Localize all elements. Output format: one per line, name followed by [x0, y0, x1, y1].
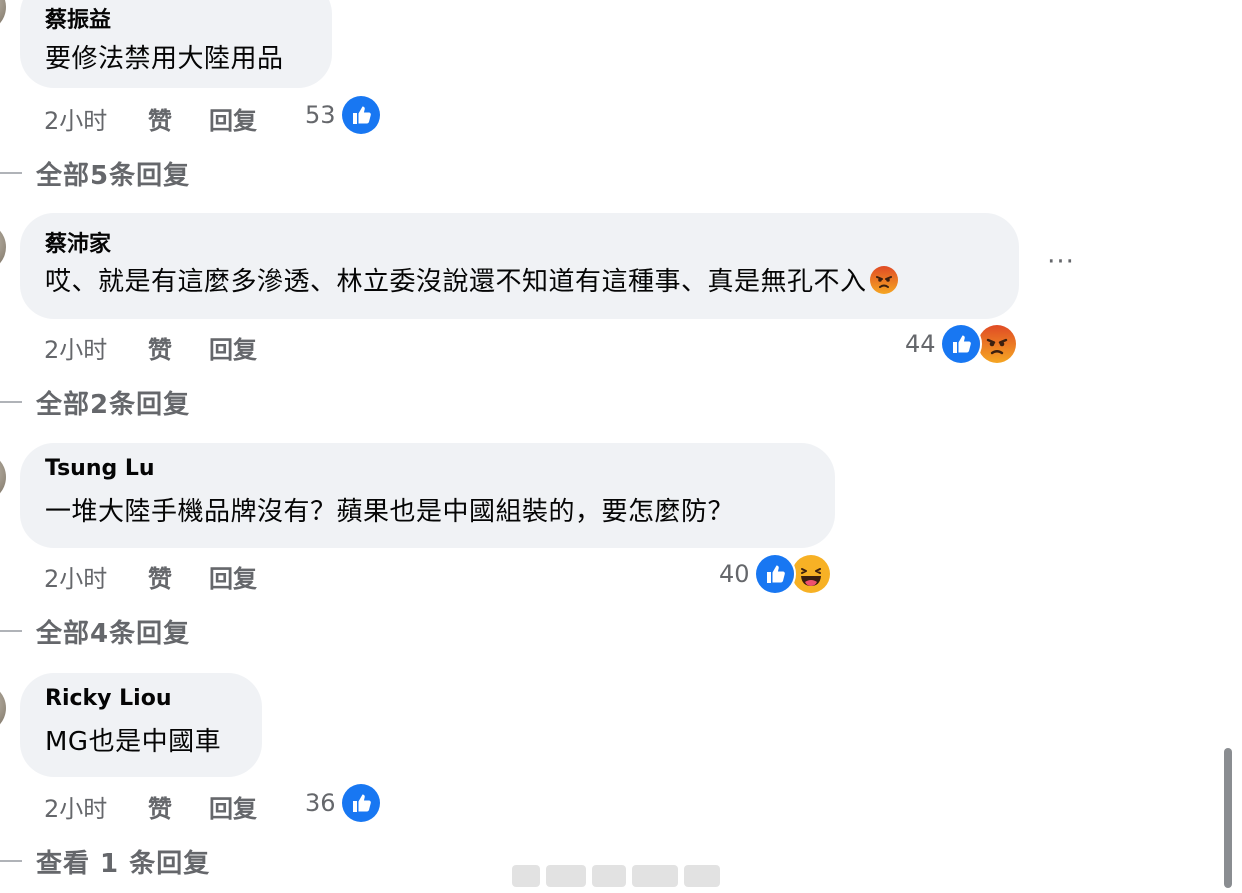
- view-replies-label: 全部5条回复: [36, 160, 191, 191]
- reply-button[interactable]: 回复: [209, 101, 257, 136]
- reply-button[interactable]: 回复: [209, 789, 257, 824]
- reaction-count: 36: [305, 789, 336, 817]
- reply-button[interactable]: 回复: [209, 559, 257, 594]
- comment-text: 一堆大陸手機品牌沒有？蘋果也是中國組裝的，要怎麼防？: [45, 497, 735, 527]
- comment-time[interactable]: 2小时: [44, 330, 107, 365]
- comment-time[interactable]: 2小时: [44, 789, 107, 824]
- like-button[interactable]: 赞: [148, 330, 172, 365]
- watermark: [512, 862, 726, 890]
- thread-line: [0, 172, 22, 174]
- view-replies-link[interactable]: 全部5条回复: [0, 157, 191, 191]
- reaction-count: 44: [905, 330, 936, 358]
- comment-bubble: Tsung Lu 一堆大陸手機品牌沒有？蘋果也是中國組裝的，要怎麼防？: [20, 443, 835, 548]
- like-reaction-icon: [753, 553, 796, 595]
- reaction-count: 53: [305, 101, 336, 129]
- view-replies-link[interactable]: 全部2条回复: [0, 386, 191, 420]
- like-button[interactable]: 赞: [148, 101, 172, 136]
- comment-author[interactable]: Ricky Liou: [45, 686, 172, 711]
- reaction-summary[interactable]: 36: [305, 782, 382, 824]
- comment-bubble: Ricky Liou MG也是中國車: [20, 673, 262, 777]
- view-replies-label: 全部2条回复: [36, 389, 191, 420]
- avatar[interactable]: [0, 452, 6, 502]
- avatar[interactable]: [0, 683, 6, 733]
- comments-page: 蔡振益 要修法禁用大陸用品 2小时 赞 回复 53 全部5条回复 蔡沛家 哎、就…: [0, 0, 1242, 893]
- like-reaction-icon: [339, 782, 382, 824]
- comment-time[interactable]: 2小时: [44, 101, 107, 136]
- comment-text: MG也是中國車: [45, 727, 222, 757]
- angry-reaction-icon: [975, 323, 1018, 365]
- comment-author[interactable]: Tsung Lu: [45, 456, 155, 481]
- view-replies-link[interactable]: 查看 1 条回复: [0, 845, 211, 879]
- thread-line: [0, 401, 22, 403]
- thread-line: [0, 630, 22, 632]
- avatar[interactable]: [0, 222, 6, 272]
- comment-bubble: 蔡沛家 哎、就是有這麼多滲透、林立委沒說還不知道有這種事、真是無孔不入: [20, 213, 1019, 319]
- comment-text-content: 哎、就是有這麼多滲透、林立委沒說還不知道有這種事、真是無孔不入: [45, 267, 867, 297]
- comment-author[interactable]: 蔡振益: [45, 2, 111, 34]
- like-button[interactable]: 赞: [148, 559, 172, 594]
- more-options-button[interactable]: ···: [1044, 249, 1078, 280]
- reaction-summary[interactable]: 53: [305, 94, 382, 136]
- haha-reaction-icon: [789, 553, 832, 595]
- like-reaction-icon: [339, 94, 382, 136]
- comment-text: 哎、就是有這麼多滲透、林立委沒說還不知道有這種事、真是無孔不入: [45, 261, 899, 298]
- reaction-summary[interactable]: 44: [905, 323, 1018, 365]
- reaction-summary[interactable]: 40: [719, 553, 832, 595]
- comment-text: 要修法禁用大陸用品: [45, 44, 284, 74]
- reply-button[interactable]: 回复: [209, 330, 257, 365]
- view-replies-label: 全部4条回复: [36, 618, 191, 649]
- avatar[interactable]: [0, 0, 6, 32]
- comment-author[interactable]: 蔡沛家: [45, 226, 111, 258]
- thread-line: [0, 860, 22, 862]
- like-button[interactable]: 赞: [148, 789, 172, 824]
- reaction-count: 40: [719, 560, 750, 588]
- angry-emoji-icon: [869, 265, 899, 295]
- view-replies-link[interactable]: 全部4条回复: [0, 615, 191, 649]
- like-reaction-icon: [939, 323, 982, 365]
- comment-time[interactable]: 2小时: [44, 559, 107, 594]
- comment-bubble: 蔡振益 要修法禁用大陸用品: [20, 0, 332, 88]
- scrollbar[interactable]: [1224, 748, 1232, 888]
- view-replies-label: 查看 1 条回复: [36, 848, 211, 879]
